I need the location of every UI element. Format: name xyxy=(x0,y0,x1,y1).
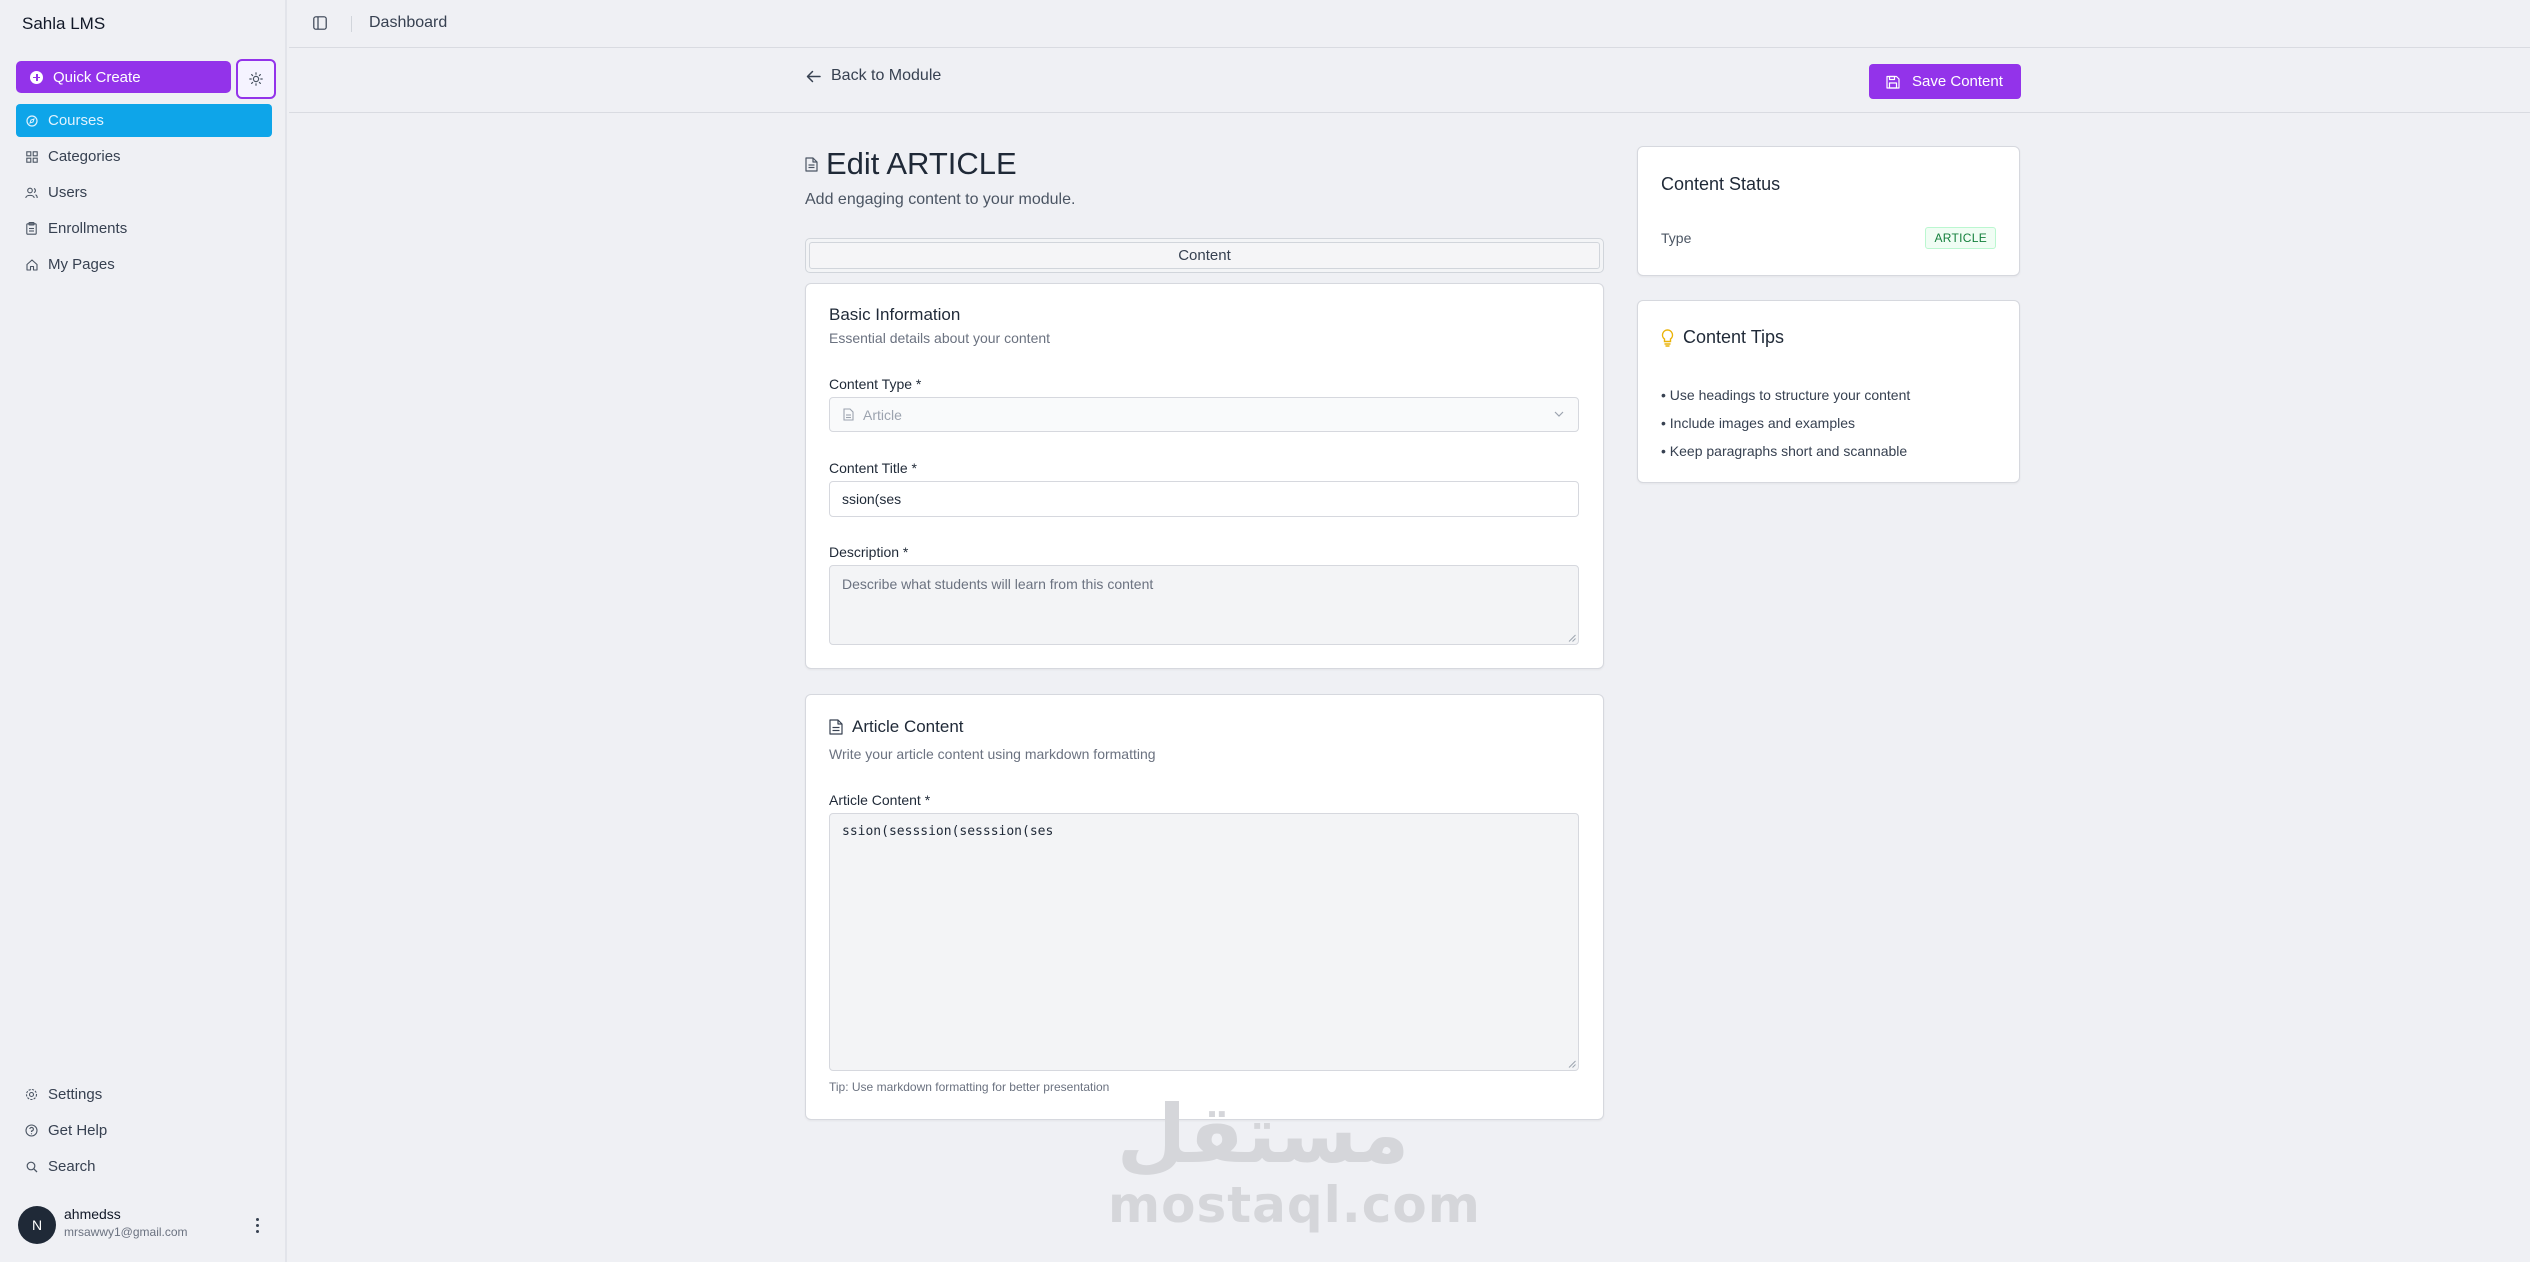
document-icon xyxy=(829,719,843,735)
quick-create-row: Quick Create xyxy=(16,59,276,99)
document-icon xyxy=(843,408,854,421)
description-placeholder: Describe what students will learn from t… xyxy=(842,576,1154,592)
sidebar-item-label: Search xyxy=(48,1158,96,1175)
back-to-module-link[interactable]: Back to Module xyxy=(806,67,941,85)
save-content-button[interactable]: Save Content xyxy=(1869,64,2021,99)
content-title-input[interactable]: ssion(ses xyxy=(829,481,1579,517)
sidebar-item-users[interactable]: Users xyxy=(16,176,272,209)
article-content-value: ssion(sesssion(sesssion(ses xyxy=(842,824,1054,839)
sidebar-item-enrollments[interactable]: Enrollments xyxy=(16,212,272,245)
content-type-select[interactable]: Article xyxy=(829,397,1579,432)
breadcrumb: Dashboard xyxy=(369,14,448,31)
user-name: ahmedss xyxy=(64,1206,121,1222)
chevron-down-icon xyxy=(1554,411,1564,418)
content-title-label: Content Title * xyxy=(829,460,917,476)
sidebar-item-label: Enrollments xyxy=(48,220,128,237)
sidebar: Sahla LMS Quick Create Courses Categorie… xyxy=(0,0,287,1262)
user-email: mrsawwy1@gmail.com xyxy=(64,1225,188,1239)
document-icon xyxy=(805,156,826,172)
content-tips-card: Content Tips • Use headings to structure… xyxy=(1637,300,2020,483)
plus-circle-icon xyxy=(30,70,43,84)
page-subtitle: Add engaging content to your module. xyxy=(805,191,1076,208)
card-heading: Content Tips xyxy=(1661,327,1784,348)
brand-name: Sahla LMS xyxy=(22,14,106,33)
tab-list: Content xyxy=(805,238,1604,273)
sun-icon xyxy=(249,72,263,86)
card-subtitle: Essential details about your content xyxy=(829,330,1051,346)
card-title: Article Content xyxy=(852,717,964,736)
sidebar-item-settings[interactable]: Settings xyxy=(16,1078,272,1111)
description-textarea[interactable]: Describe what students will learn from t… xyxy=(829,565,1579,645)
sidebar-item-categories[interactable]: Categories xyxy=(16,140,272,173)
sidebar-toggle-icon[interactable] xyxy=(313,16,327,30)
sidebar-item-my-pages[interactable]: My Pages xyxy=(16,248,272,281)
card-title: Content Tips xyxy=(1683,327,1785,347)
save-icon xyxy=(1886,75,1912,89)
theme-toggle-button[interactable] xyxy=(236,59,276,99)
content-status-card: Content Status Type ARTICLE xyxy=(1637,146,2020,276)
arrow-left-icon xyxy=(806,70,831,83)
user-profile[interactable]: N ahmedss mrsawwy1@gmail.com xyxy=(16,1204,272,1246)
save-label: Save Content xyxy=(1912,73,2003,90)
page-heading: Edit ARTICLE xyxy=(805,146,1017,182)
grid-icon xyxy=(25,150,38,163)
back-label: Back to Module xyxy=(831,67,942,84)
sidebar-item-label: Settings xyxy=(48,1086,103,1103)
description-label: Description * xyxy=(829,544,909,560)
clipboard-icon xyxy=(25,222,38,235)
search-icon xyxy=(25,1160,38,1173)
sidebar-item-label: My Pages xyxy=(48,256,115,273)
sidebar-item-label: Get Help xyxy=(48,1122,108,1139)
sidebar-nav: Courses Categories Users Enrollments My … xyxy=(16,104,272,284)
status-type-row: Type ARTICLE xyxy=(1661,227,1996,249)
home-icon xyxy=(25,258,38,271)
sidebar-item-get-help[interactable]: Get Help xyxy=(16,1114,272,1147)
card-heading: Article Content xyxy=(829,717,964,737)
sidebar-item-courses[interactable]: Courses xyxy=(16,104,272,137)
article-content-label: Article Content * xyxy=(829,792,931,808)
page-title: Edit ARTICLE xyxy=(826,146,1017,181)
article-content-textarea[interactable]: ssion(sesssion(sesssion(ses xyxy=(829,813,1579,1071)
top-bar: Dashboard xyxy=(289,0,2530,48)
sidebar-secondary-nav: Settings Get Help Search xyxy=(16,1078,272,1186)
watermark: مستقل mostaql.com xyxy=(1108,1088,1481,1234)
action-bar: Back to Module Save Content xyxy=(289,49,2530,113)
content-type-label: Content Type * xyxy=(829,376,922,392)
resize-handle-icon[interactable] xyxy=(1568,634,1576,642)
list-item: • Use headings to structure your content xyxy=(1661,387,1911,403)
tips-list: • Use headings to structure your content… xyxy=(1661,381,1910,465)
watermark-latin: mostaql.com xyxy=(1108,1176,1481,1234)
markdown-tip: Tip: Use markdown formatting for better … xyxy=(829,1080,1110,1094)
card-subtitle: Write your article content using markdow… xyxy=(829,746,1156,762)
list-item: • Keep paragraphs short and scannable xyxy=(1661,443,1908,459)
sidebar-item-label: Categories xyxy=(48,148,121,165)
status-badge: ARTICLE xyxy=(1925,227,1996,249)
lightbulb-icon xyxy=(1661,328,1674,347)
resize-handle-icon[interactable] xyxy=(1568,1060,1576,1068)
tab-content[interactable]: Content xyxy=(809,242,1600,269)
gear-icon xyxy=(25,1088,38,1101)
article-content-card: Article Content Write your article conte… xyxy=(805,694,1604,1120)
courses-icon xyxy=(25,114,38,127)
help-icon xyxy=(25,1124,38,1137)
quick-create-label: Quick Create xyxy=(53,68,141,86)
header-divider xyxy=(351,16,352,32)
sidebar-item-search[interactable]: Search xyxy=(16,1150,272,1183)
type-label: Type xyxy=(1661,230,1692,246)
quick-create-button[interactable]: Quick Create xyxy=(16,61,231,93)
sidebar-item-label: Users xyxy=(48,184,88,201)
content-type-value: Article xyxy=(863,406,902,423)
users-icon xyxy=(25,186,38,199)
basic-information-card: Basic Information Essential details abou… xyxy=(805,283,1604,669)
watermark-arabic: مستقل xyxy=(1116,1088,1410,1181)
card-title: Basic Information xyxy=(829,305,961,324)
avatar: N xyxy=(18,1206,56,1244)
more-vertical-icon[interactable] xyxy=(252,1216,262,1234)
sidebar-item-label: Courses xyxy=(48,112,104,129)
card-title: Content Status xyxy=(1661,174,1781,194)
list-item: • Include images and examples xyxy=(1661,415,1856,431)
